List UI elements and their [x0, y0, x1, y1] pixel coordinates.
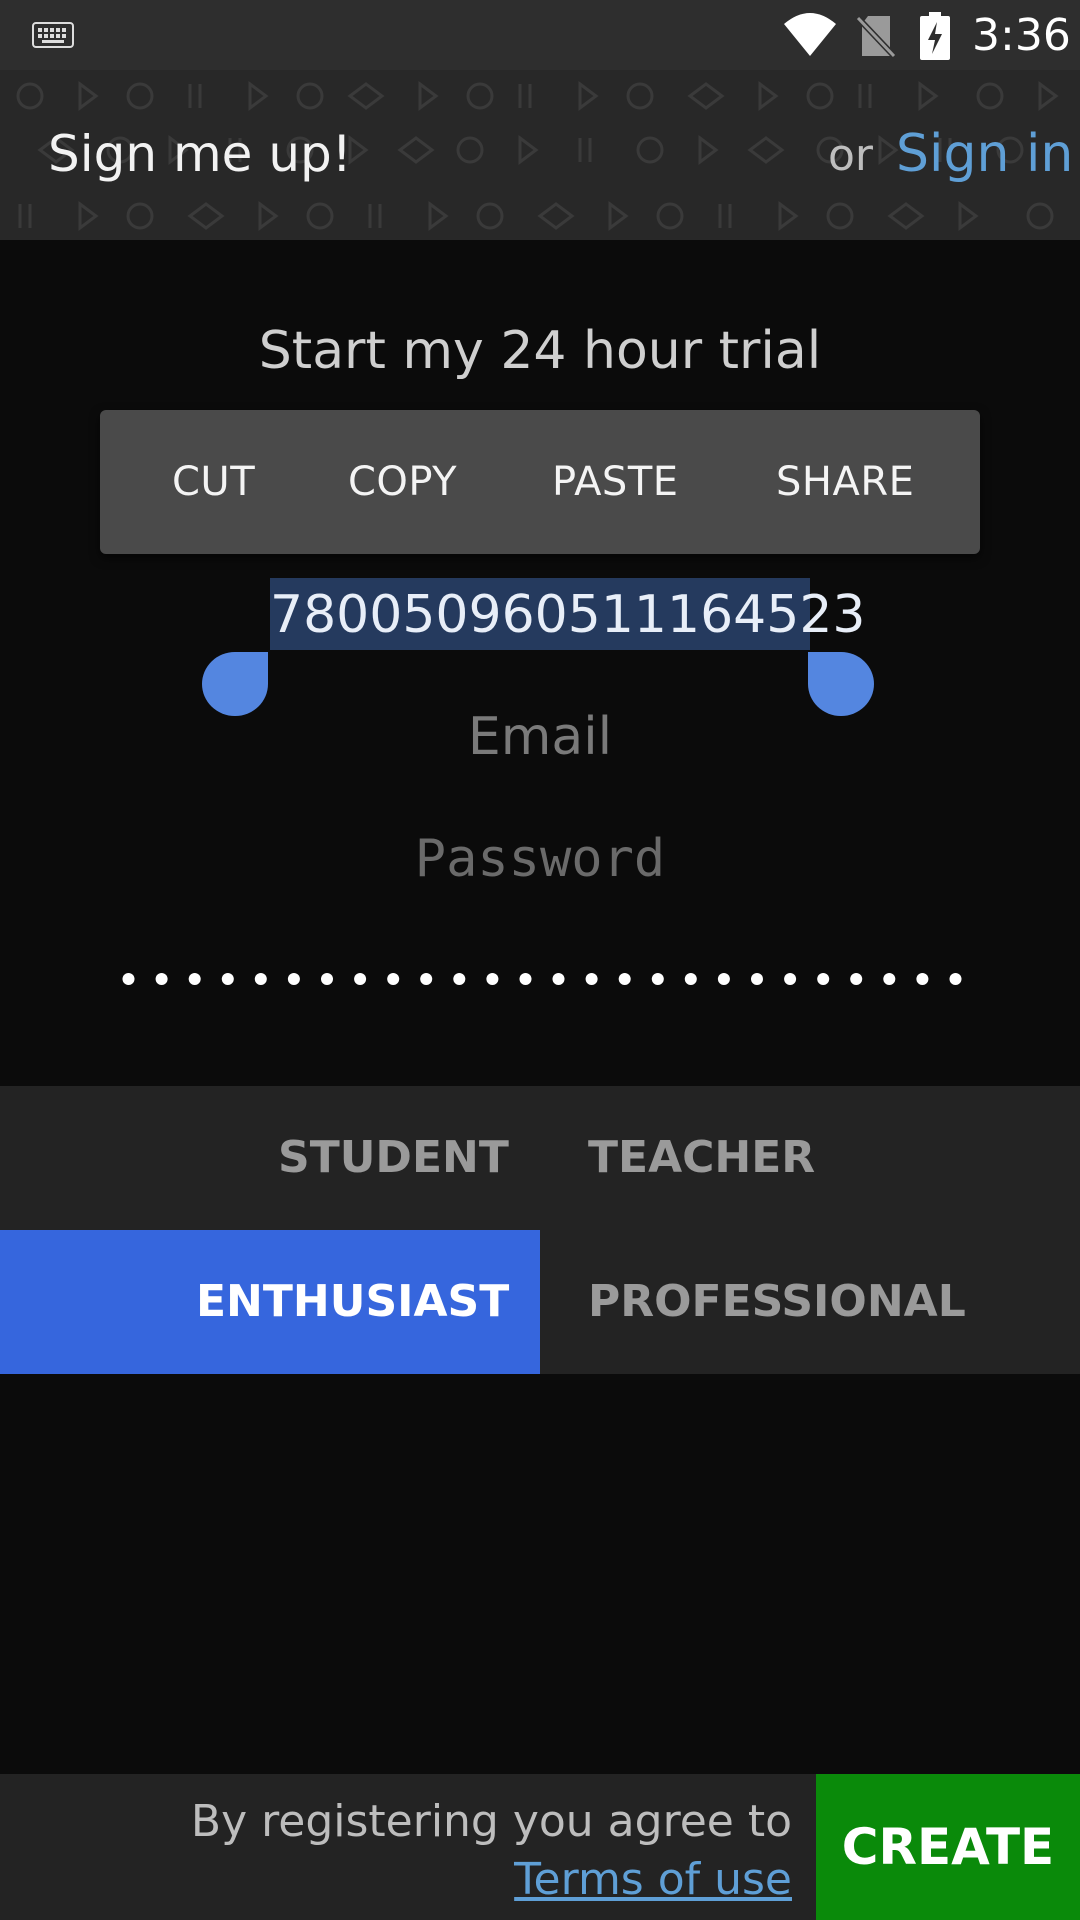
password-dot [287, 973, 300, 985]
password-dot [784, 973, 797, 985]
password-dot [850, 973, 863, 985]
clock: 3:36 [972, 10, 1071, 61]
battery-charging-icon [920, 12, 950, 60]
password-dot [552, 973, 565, 985]
password-dot [221, 973, 234, 985]
trial-heading: Start my 24 hour trial [258, 321, 822, 381]
password-dot [122, 973, 135, 985]
password-dot [453, 973, 466, 985]
text-selection-menu: CUT COPY PASTE SHARE [100, 410, 980, 554]
email-field[interactable]: Email [0, 704, 1080, 770]
password-dot [354, 973, 367, 985]
footer-bar: By registering you agree to Terms of use… [0, 1774, 1080, 1920]
create-button[interactable]: CREATE [816, 1774, 1080, 1920]
status-bar: 3:36 [0, 0, 1080, 70]
page-title: Sign me up! [48, 125, 352, 183]
password-dot [155, 973, 168, 985]
app-header: Sign me up! or Sign in [0, 70, 1080, 240]
cut-menu-item[interactable]: CUT [172, 458, 255, 506]
password-dot [519, 973, 532, 985]
role-teacher[interactable]: TEACHER [588, 1130, 815, 1186]
username-selected-text: 780050960511164523 [270, 585, 866, 645]
keyboard-icon [32, 22, 74, 48]
share-menu-item[interactable]: SHARE [776, 458, 914, 506]
paste-menu-item[interactable]: PASTE [552, 458, 679, 506]
sign-in-link[interactable]: Sign in [896, 122, 1073, 186]
username-field[interactable]: 780050960511164523 [270, 578, 866, 650]
password-dot [751, 973, 763, 985]
role-enthusiast[interactable]: ENTHUSIAST [196, 1274, 509, 1330]
terms-of-use-link[interactable]: Terms of use [514, 1852, 792, 1908]
password-dot [916, 973, 929, 985]
password-dot [387, 973, 400, 985]
password-dot [486, 973, 499, 985]
password-dot [585, 973, 598, 985]
password-dot [949, 973, 962, 985]
password-dot [651, 973, 664, 985]
agreement-text: By registering you agree to [190, 1796, 792, 1847]
password-field[interactable]: Password [0, 826, 1080, 892]
role-selector: STUDENT TEACHER ENTHUSIAST PROFESSIONAL [0, 1086, 1080, 1374]
password-confirm-field[interactable] [112, 964, 972, 994]
role-professional[interactable]: PROFESSIONAL [588, 1274, 966, 1330]
no-sim-icon [856, 15, 896, 58]
password-dot [254, 973, 267, 985]
wifi-icon [784, 13, 836, 56]
copy-menu-item[interactable]: COPY [348, 458, 457, 506]
or-text: or [828, 130, 874, 181]
password-dot [618, 973, 631, 985]
password-dot [420, 973, 433, 985]
password-dot [883, 973, 896, 985]
password-dot [321, 973, 333, 985]
password-dot [817, 973, 830, 985]
password-dot [717, 973, 730, 985]
role-student[interactable]: STUDENT [278, 1130, 509, 1186]
password-dot [684, 973, 697, 985]
create-button-label: CREATE [841, 1818, 1055, 1876]
password-dot [188, 973, 201, 985]
